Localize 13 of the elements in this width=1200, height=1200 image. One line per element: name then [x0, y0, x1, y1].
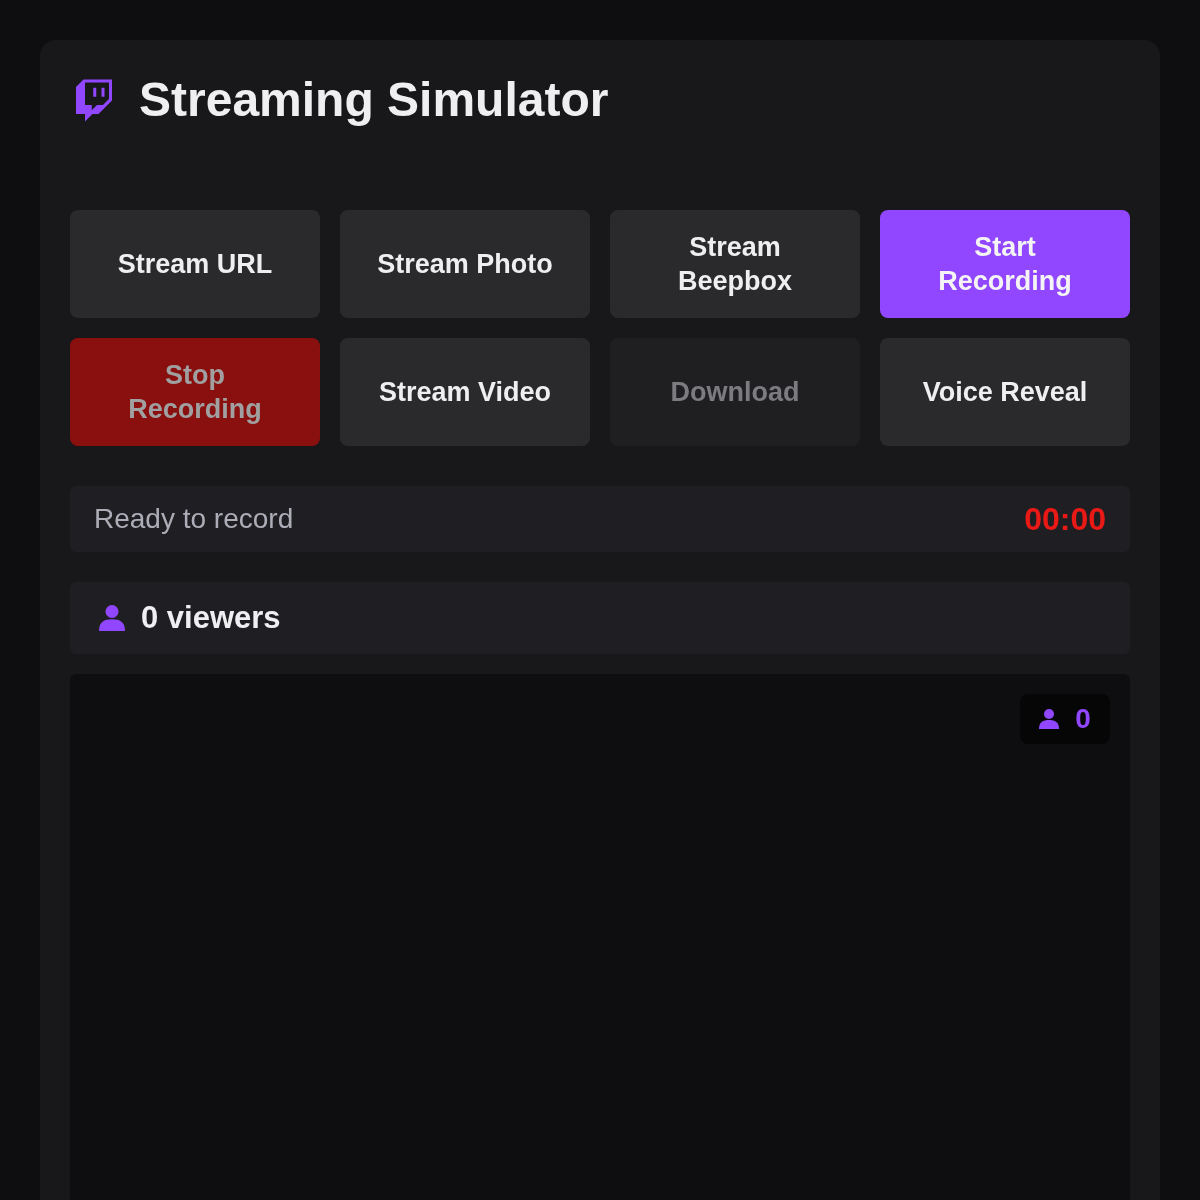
person-icon: [1039, 708, 1060, 730]
app-title: Streaming Simulator: [139, 76, 609, 124]
status-message: Ready to record: [94, 502, 294, 536]
action-button[interactable]: Voice Reveal: [880, 338, 1130, 446]
recording-timer: 00:00: [1024, 500, 1106, 539]
viewer-count: 0 viewers: [141, 598, 281, 637]
action-button[interactable]: Stream URL: [70, 210, 320, 318]
person-icon: [99, 604, 125, 632]
action-button[interactable]: Stream Video: [340, 338, 590, 446]
action-button[interactable]: Stream Photo: [340, 210, 590, 318]
badge-count: 0: [1075, 702, 1091, 736]
action-button[interactable]: Stream Beepbox: [610, 210, 860, 318]
action-button[interactable]: Start Recording: [880, 210, 1130, 318]
